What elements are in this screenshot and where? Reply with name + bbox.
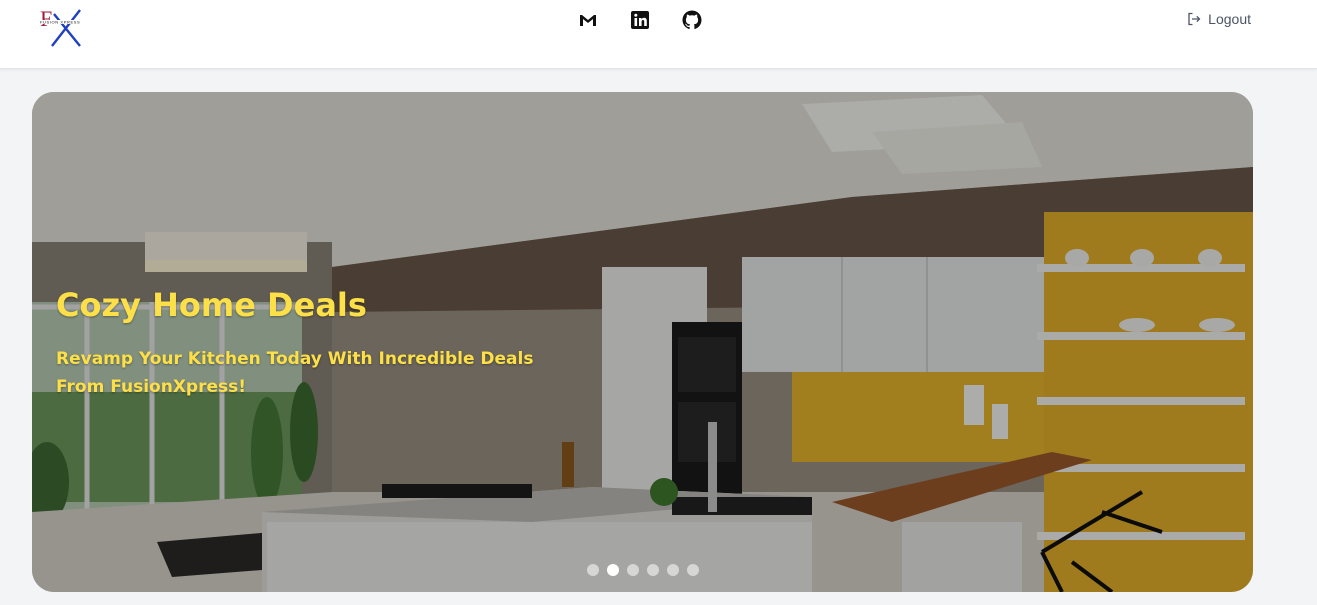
carousel-dot-active[interactable] <box>607 564 619 576</box>
gmail-icon[interactable] <box>576 8 600 32</box>
fusion-xpress-logo[interactable]: F FUSION XPRESS <box>34 2 96 48</box>
top-navbar: F FUSION XPRESS Logout <box>0 0 1317 69</box>
hero-title: Cozy Home Deals <box>56 286 367 324</box>
carousel-indicators <box>587 564 699 576</box>
logout-icon <box>1188 12 1201 26</box>
logout-button[interactable]: Logout <box>1187 11 1251 27</box>
social-links <box>576 8 704 32</box>
carousel-dot[interactable] <box>667 564 679 576</box>
hero-subtitle: Revamp Your Kitchen Today With Incredibl… <box>56 349 534 397</box>
carousel-dot[interactable] <box>627 564 639 576</box>
svg-text:FUSION XPRESS: FUSION XPRESS <box>40 20 80 25</box>
carousel-dot[interactable] <box>587 564 599 576</box>
carousel-dot[interactable] <box>647 564 659 576</box>
linkedin-icon[interactable] <box>628 8 652 32</box>
svg-text:F: F <box>40 6 52 31</box>
hero-overlay <box>32 92 1253 592</box>
logout-label: Logout <box>1208 11 1251 27</box>
github-icon[interactable] <box>680 8 704 32</box>
hero-carousel[interactable]: Cozy Home Deals Revamp Your Kitchen Toda… <box>32 92 1253 592</box>
carousel-dot[interactable] <box>687 564 699 576</box>
